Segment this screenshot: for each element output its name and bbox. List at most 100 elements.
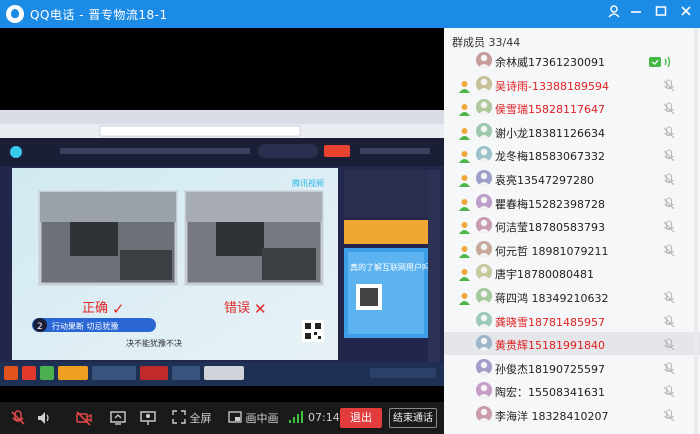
fullscreen-icon: [172, 410, 186, 424]
avatar[interactable]: [476, 406, 492, 422]
mic-muted-icon[interactable]: [10, 410, 26, 426]
member-row[interactable]: 唐宇18780080481: [444, 261, 700, 284]
admin-role-icon: [458, 78, 471, 93]
member-row[interactable]: 瞿春梅15282398728: [444, 191, 700, 214]
member-name: 何元哲 18981079211: [495, 244, 609, 258]
mic-muted-icon: [662, 196, 676, 210]
end-call-button[interactable]: 结束通话: [389, 408, 437, 428]
member-row[interactable]: 孙俊杰18190725597: [444, 356, 700, 379]
video-area: 腾讯视频 正确 ✓ 错误 ✕ 2 行动果断 切忌犹豫 决不能犹豫不决 真的了解互…: [0, 28, 444, 434]
member-row[interactable]: 黄贵辉15181991840: [444, 332, 700, 356]
member-name: 何洁莹18780583793: [495, 221, 605, 235]
share-screen-icon[interactable]: [110, 410, 126, 426]
presenter-icon[interactable]: [140, 410, 156, 426]
speaker-icon[interactable]: [36, 410, 52, 426]
avatar[interactable]: [476, 52, 492, 68]
member-row[interactable]: 侯雪瑞15828117647: [444, 96, 700, 119]
member-name: 唐宇18780080481: [495, 268, 594, 282]
member-row[interactable]: 龙冬梅18583067332: [444, 143, 700, 166]
avatar[interactable]: [476, 311, 492, 328]
avatar[interactable]: [476, 335, 492, 352]
mic-muted-icon: [662, 384, 676, 398]
wrong-label: 错误: [224, 301, 250, 316]
mic-muted-icon: [662, 243, 676, 257]
member-name: 余林威17361230091: [495, 56, 605, 69]
shared-screen-content: 腾讯视频 正确 ✓ 错误 ✕ 2 行动果断 切忌犹豫 决不能犹豫不决 真的了解互…: [0, 110, 444, 386]
step-text: 行动果断 切忌犹豫: [52, 321, 119, 331]
avatar[interactable]: [476, 193, 492, 210]
minimize-button[interactable]: [626, 4, 646, 24]
avatar[interactable]: [476, 264, 492, 281]
wrong-mark: ✕: [254, 300, 267, 318]
admin-role-icon: [458, 290, 471, 305]
pip-button[interactable]: 画中画: [228, 410, 279, 426]
member-name: 黄贵辉15181991840: [495, 339, 605, 353]
fullscreen-label: 全屏: [189, 412, 212, 425]
member-row[interactable]: 余林威17361230091: [444, 49, 700, 72]
window-title: QQ电话 - 晋专物流18-1: [30, 8, 168, 22]
member-name: 吴诗雨-13388189594: [495, 79, 609, 93]
fullscreen-button[interactable]: 全屏: [172, 410, 212, 426]
signal-icon: [288, 410, 304, 426]
admin-role-icon: [458, 196, 471, 211]
member-row[interactable]: 谢小龙18381126634: [444, 120, 700, 143]
avatar[interactable]: [476, 288, 492, 304]
avatar[interactable]: [476, 170, 492, 186]
avatar[interactable]: [476, 217, 492, 234]
mic-muted-icon: [662, 101, 676, 115]
video-subtitle: 决不能犹豫不决: [126, 338, 182, 348]
qq-logo-icon: [6, 5, 24, 23]
mic-muted-icon: [662, 361, 676, 375]
avatar[interactable]: [476, 146, 492, 163]
avatar[interactable]: [476, 240, 492, 257]
member-panel: 群成员 33/44 余林威17361230091 吴诗雨-13388189594 侯…: [444, 28, 700, 434]
pip-label: 画中画: [245, 412, 279, 425]
mic-muted-icon: [662, 408, 676, 422]
avatar[interactable]: [476, 358, 492, 375]
correct-mark: ✓: [112, 300, 125, 318]
member-name: 陶宏：15508341631: [495, 386, 605, 400]
admin-role-icon: [458, 172, 471, 187]
admin-role-icon: [458, 148, 471, 164]
member-name: 孙俊杰18190725597: [495, 362, 605, 376]
correct-label: 正确: [82, 301, 108, 316]
mic-muted-icon: [662, 337, 676, 351]
speaking-icon: [648, 54, 676, 68]
leave-button[interactable]: 退出: [340, 408, 382, 428]
member-row[interactable]: 袁亮13547297280: [444, 167, 700, 190]
ad-text: 真的了解互联网用户吗？: [350, 262, 438, 272]
mic-muted-icon: [662, 125, 676, 139]
member-list-scrollbar[interactable]: [694, 28, 698, 434]
avatar[interactable]: [476, 122, 492, 139]
member-row[interactable]: 吴诗雨-13388189594: [444, 73, 700, 96]
member-row[interactable]: 陶宏：15508341631: [444, 379, 700, 402]
window-settings-icon[interactable]: [604, 4, 624, 24]
admin-role-icon: [458, 266, 471, 282]
member-name: 谢小龙18381126634: [495, 126, 605, 140]
member-name: 龚晓雪18781485957: [495, 315, 605, 329]
member-row[interactable]: 李海洋 18328410207: [444, 403, 700, 426]
camera-off-icon[interactable]: [76, 410, 92, 426]
avatar[interactable]: [476, 99, 492, 116]
shared-screen: 腾讯视频 正确 ✓ 错误 ✕ 2 行动果断 切忌犹豫 决不能犹豫不决 真的了解互…: [0, 110, 444, 386]
avatar[interactable]: [476, 75, 492, 92]
member-row[interactable]: 蒋四鸿 18349210632: [444, 285, 700, 308]
mic-muted-icon: [662, 172, 676, 186]
admin-role-icon: [458, 219, 471, 235]
call-duration: 07:14: [308, 411, 340, 424]
platform-logo-text: 腾讯视频: [292, 178, 324, 188]
maximize-button[interactable]: [651, 4, 671, 24]
close-button[interactable]: [676, 4, 696, 24]
pip-icon: [228, 411, 242, 423]
member-name: 蒋四鸿 18349210632: [495, 292, 609, 305]
member-row[interactable]: 龚晓雪18781485957: [444, 309, 700, 332]
member-name: 瞿春梅15282398728: [495, 197, 605, 211]
step-number: 2: [37, 322, 43, 332]
mic-muted-icon: [662, 219, 676, 233]
member-row[interactable]: 何元哲 18981079211: [444, 238, 700, 261]
member-name: 李海洋 18328410207: [495, 410, 609, 423]
member-name: 袁亮13547297280: [495, 174, 594, 187]
member-row[interactable]: 何洁莹18780583793: [444, 214, 700, 237]
avatar[interactable]: [476, 382, 492, 399]
mic-muted-icon: [662, 148, 676, 162]
